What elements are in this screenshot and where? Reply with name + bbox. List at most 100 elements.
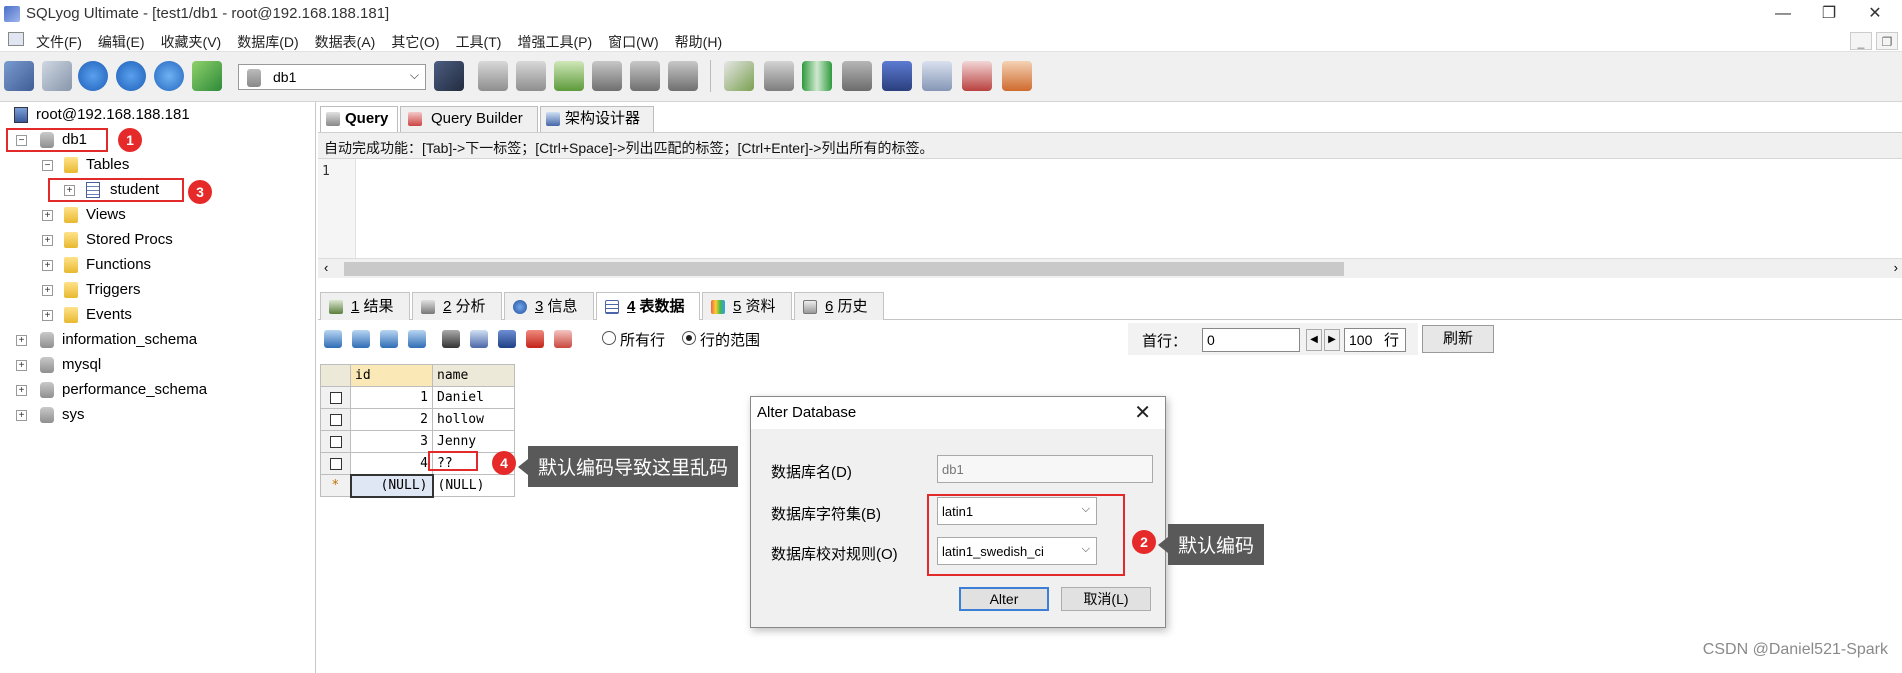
save-row-icon[interactable] [380,330,398,348]
filter-icon[interactable] [442,330,460,348]
expand-icon[interactable]: + [16,360,27,371]
export-data-icon[interactable] [630,61,660,91]
row-checkbox[interactable] [329,435,342,448]
all-rows-radio[interactable] [602,331,616,345]
sort-icon[interactable] [470,330,488,348]
import-data-icon[interactable] [592,61,622,91]
menu-database[interactable]: 数据库(D) [237,32,298,52]
compare-icon[interactable] [802,61,832,91]
execute-query-icon[interactable] [78,61,108,91]
close-window-button[interactable]: ✕ [1852,2,1898,26]
window-menu-icon[interactable] [8,32,24,46]
save-icon[interactable] [498,330,516,348]
data-sync-icon[interactable] [764,61,794,91]
menu-favorites[interactable]: 收藏夹(V) [161,32,222,52]
row-select-cell[interactable] [320,386,351,409]
row-select-cell[interactable] [320,452,351,475]
column-header-id[interactable]: id [350,364,433,387]
cell-name-null[interactable]: (NULL) [432,474,515,497]
insert-row-icon[interactable] [324,330,342,348]
next-page-icon[interactable]: ▶ [1324,329,1340,351]
table-diagnostics-icon[interactable] [962,61,992,91]
close-icon[interactable]: ✕ [1134,400,1151,425]
connection-manager-icon[interactable] [42,61,72,91]
schema-icon[interactable] [192,61,222,91]
row-select-cell[interactable] [320,430,351,453]
menu-powertools[interactable]: 增强工具(P) [517,32,592,52]
sql-editor[interactable]: 1 [318,158,1902,259]
expand-icon[interactable]: + [42,235,53,246]
tab-table-data[interactable]: 4 表数据 [596,292,700,320]
cancel-edit-icon[interactable] [408,330,426,348]
scheduled-jobs-icon[interactable] [842,61,872,91]
cell-name[interactable]: hollow [432,408,515,431]
first-row-input[interactable]: 0 [1202,328,1300,352]
scroll-left-icon[interactable]: ‹ [324,260,328,275]
minimize-button[interactable]: — [1760,2,1806,26]
truncate-icon[interactable] [554,330,572,348]
collapse-icon[interactable]: − [42,160,53,171]
row-checkbox[interactable] [329,457,342,470]
user-manager-icon[interactable] [434,61,464,91]
row-checkbox[interactable] [329,413,342,426]
execute-all-icon[interactable] [116,61,146,91]
restore-database-icon[interactable] [554,61,584,91]
menu-other[interactable]: 其它(O) [391,32,439,52]
cell-id[interactable]: 2 [350,408,433,431]
alter-button[interactable]: Alter [959,587,1049,611]
column-header-name[interactable]: name [432,364,515,387]
tab-query[interactable]: Query [320,106,398,132]
restore-button[interactable]: ❐ [1806,2,1852,26]
expand-icon[interactable]: + [42,260,53,271]
mdi-restore-button[interactable]: ❐ [1876,32,1898,50]
row-select-cell[interactable] [320,408,351,431]
cell-id[interactable]: 1 [350,386,433,409]
tab-schema-designer[interactable]: 架构设计器 [540,106,654,132]
expand-icon[interactable]: + [16,385,27,396]
database-select[interactable]: db1 ⌵ [238,64,426,90]
tab-info[interactable]: 5 资料 [702,292,792,320]
cell-id[interactable]: 4 [350,452,433,475]
tab-messages[interactable]: 3 信息 [504,292,594,320]
mdi-minimize-button[interactable]: _ [1850,32,1872,50]
backup-database-icon[interactable] [516,61,546,91]
menu-help[interactable]: 帮助(H) [675,32,722,52]
menu-tools[interactable]: 工具(T) [456,32,502,52]
tab-query-builder[interactable]: Query Builder [400,106,538,132]
refresh-object-icon[interactable] [154,61,184,91]
new-connection-icon[interactable] [4,61,34,91]
cancel-button[interactable]: 取消(L) [1061,587,1151,611]
expand-icon[interactable]: + [42,310,53,321]
tab-result[interactable]: 1 结果 [320,292,410,320]
tab-history[interactable]: 6 历史 [794,292,884,320]
previous-page-icon[interactable]: ◀ [1306,329,1322,351]
refresh-button[interactable]: 刷新 [1422,325,1494,353]
table-data-icon[interactable] [668,61,698,91]
expand-icon[interactable]: + [42,210,53,221]
scroll-right-icon[interactable]: › [1894,260,1898,275]
cell-name[interactable]: Jenny [432,430,515,453]
menu-window[interactable]: 窗口(W) [608,32,659,52]
tab-profiler[interactable]: 2 分析 [412,292,502,320]
editor-horizontal-scrollbar[interactable]: ‹ › [318,258,1902,278]
expand-icon[interactable]: + [16,335,27,346]
expand-icon[interactable]: + [42,285,53,296]
expand-icon[interactable]: + [16,410,27,421]
row-checkbox[interactable] [329,391,342,404]
menu-table[interactable]: 数据表(A) [315,32,376,52]
query-profiler-icon[interactable] [882,61,912,91]
menu-edit[interactable]: 编辑(E) [98,32,145,52]
cell-id[interactable]: 3 [350,430,433,453]
delete-icon[interactable] [526,330,544,348]
cell-id-null[interactable]: (NULL) [349,473,434,498]
schema-sync-icon[interactable] [724,61,754,91]
row-range-radio[interactable] [682,331,696,345]
schema-designer-icon[interactable] [1002,61,1032,91]
notifications-icon[interactable] [922,61,952,91]
menu-file[interactable]: 文件(F) [36,32,82,52]
duplicate-row-icon[interactable] [352,330,370,348]
scroll-thumb[interactable] [344,262,1344,276]
cell-name[interactable]: Daniel [432,386,515,409]
select-all-cell[interactable] [320,364,351,387]
add-database-icon[interactable] [478,61,508,91]
